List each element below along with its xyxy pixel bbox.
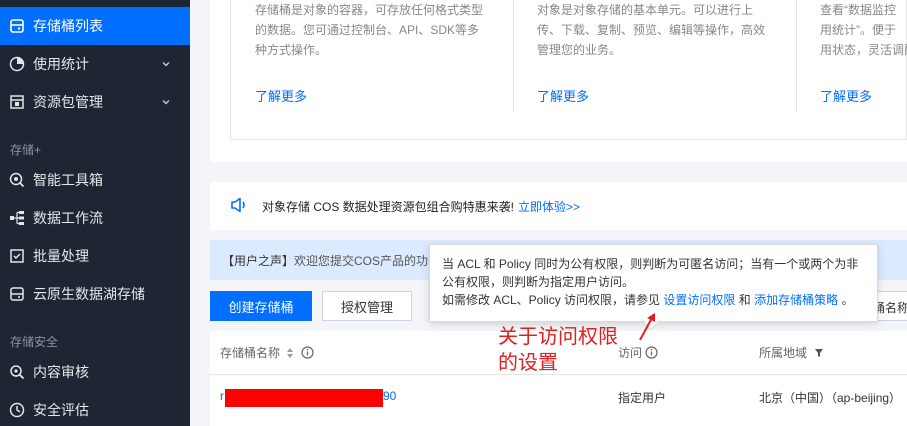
sidebar-section-storage-plus: 存储+ <box>10 143 42 157</box>
filter-icon[interactable] <box>814 348 824 358</box>
set-access-link[interactable]: 设置访问权限 <box>663 293 735 307</box>
sort-icon[interactable] <box>286 347 294 359</box>
datalake-icon <box>9 286 25 302</box>
bucket-list-icon <box>9 18 25 34</box>
sidebar-item-label: 内容审核 <box>33 364 89 380</box>
header-label: 所属地域 <box>759 346 808 360</box>
intro-text: 的数据。您可通过控制台、API、SDK等多 <box>255 23 480 37</box>
intro-card: 存储桶是对象的容器，可存放任何格式类型 的数据。您可通过控制台、API、SDK等… <box>210 0 907 162</box>
annotation-line: 关于访问权限 <box>498 324 618 348</box>
tooltip-text: 和 <box>738 293 751 307</box>
annotation-arrow-icon <box>639 313 655 341</box>
workflow-icon <box>9 210 25 226</box>
sidebar-section-storage-security: 存储安全 <box>10 335 59 349</box>
sidebar-item-label: 云原生数据湖存储 <box>33 286 145 302</box>
chevron-down-icon <box>162 62 170 67</box>
user-voice-text[interactable]: 欢迎您提交COS产品的功 <box>294 252 428 269</box>
intro-text: 存储桶是对象的容器，可存放任何格式类型 <box>255 3 484 17</box>
bucket-name-suffix[interactable]: 90 <box>383 389 396 403</box>
divider <box>796 0 797 112</box>
auth-manage-button[interactable]: 授权管理 <box>322 291 412 321</box>
user-voice-tag: 【用户之声】 <box>222 253 295 268</box>
sidebar-item-label: 数据工作流 <box>33 210 103 226</box>
tooltip-line: 当 ACL 和 Policy 同时为公有权限，则判断为可匿名访问；当有一个或两个… <box>442 257 859 271</box>
intro-text: 管理您的业务。 <box>537 43 622 57</box>
sidebar-item-label: 批量处理 <box>33 248 89 264</box>
audit-icon <box>9 364 25 380</box>
intro-text: 用状态，灵活调配 <box>820 43 907 57</box>
sidebar-item-usage-stats[interactable]: 使用统计 <box>0 45 190 83</box>
batch-icon <box>9 248 25 264</box>
sidebar-item-label: 智能工具箱 <box>33 172 103 188</box>
sidebar-item-package-mgmt[interactable]: 资源包管理 <box>0 83 190 121</box>
region-value: 北京（中国）（ap-beijing） <box>759 391 902 405</box>
header-region: 所属地域 <box>759 344 824 361</box>
sidebar-item-label: 使用统计 <box>33 56 89 72</box>
tooltip-line: 公有权限，则判断为指定用户访问。 <box>442 275 635 289</box>
header-name: 存储桶名称 <box>220 344 314 361</box>
sidebar-item-label: 安全评估 <box>33 402 89 418</box>
intro-text: 查看“数据监控 <box>820 3 896 17</box>
intro-text: 对象是对象存储的基本单元。可以进行上 <box>537 3 754 17</box>
package-icon <box>9 94 25 110</box>
info-icon[interactable] <box>301 346 314 359</box>
header-label: 存储桶名称 <box>220 346 281 360</box>
promo-text: 对象存储 COS 数据处理资源包组合购特惠来袭! <box>262 199 515 214</box>
security-icon <box>9 402 25 418</box>
annotation-line: 的设置 <box>498 350 558 374</box>
access-tooltip: 当 ACL 和 Policy 同时为公有权限，则判断为可匿名访问；当有一个或两个… <box>429 244 878 331</box>
header-access: 访问 <box>618 344 658 361</box>
sidebar-item-toolbox[interactable]: 智能工具箱 <box>0 161 190 199</box>
intro-text: 用统计”。便于 <box>820 23 896 37</box>
header-label: 访问 <box>618 346 643 360</box>
learn-more-link[interactable]: 了解更多 <box>820 86 872 105</box>
toolbox-icon <box>9 172 25 188</box>
pie-chart-icon <box>9 56 25 72</box>
learn-more-link[interactable]: 了解更多 <box>255 86 307 105</box>
sidebar: 存储桶列表 使用统计 资源包管理 存储+ 智能工具箱 数据工作流 批量处理 云原… <box>0 0 190 426</box>
sidebar-item-workflow[interactable]: 数据工作流 <box>0 199 190 237</box>
learn-more-link[interactable]: 了解更多 <box>537 86 589 105</box>
sidebar-item-bucket-list[interactable]: 存储桶列表 <box>0 7 190 45</box>
intro-text: 传、下载、复制、预览、编辑等操作，高效 <box>537 23 766 37</box>
sidebar-item-batch[interactable]: 批量处理 <box>0 237 190 275</box>
tooltip-text: 如需修改 ACL、Policy 访问权限，请参见 <box>442 293 661 307</box>
sidebar-item-content-audit[interactable]: 内容审核 <box>0 353 190 391</box>
promo-link[interactable]: 立即体验>> <box>518 198 580 215</box>
intro-columns: 存储桶是对象的容器，可存放任何格式类型 的数据。您可通过控制台、API、SDK等… <box>230 0 907 140</box>
sidebar-item-label: 存储桶列表 <box>33 18 103 34</box>
access-value: 指定用户 <box>618 391 667 405</box>
speaker-icon <box>230 197 248 216</box>
add-policy-link[interactable]: 添加存储桶策略 <box>754 293 838 307</box>
divider <box>513 0 514 112</box>
chevron-down-icon <box>162 100 170 105</box>
tooltip-text: 。 <box>841 293 854 307</box>
sidebar-item-datalake[interactable]: 云原生数据湖存储 <box>0 275 190 313</box>
redaction-mark <box>225 389 383 407</box>
bucket-name-prefix[interactable]: r <box>220 389 224 403</box>
info-icon[interactable] <box>645 346 658 359</box>
tooltip-line: 如需修改 ACL、Policy 访问权限，请参见 设置访问权限 和 添加存储桶策… <box>442 291 867 309</box>
sidebar-item-label: 资源包管理 <box>33 94 103 110</box>
promo-banner: 对象存储 COS 数据处理资源包组合购特惠来袭! 立即体验>> <box>210 182 907 230</box>
sidebar-item-security-eval[interactable]: 安全评估 <box>0 391 190 426</box>
intro-text: 种方式操作。 <box>255 43 328 57</box>
annotation-text: 关于访问权限 的设置 <box>498 323 618 375</box>
create-bucket-button[interactable]: 创建存储桶 <box>210 291 312 321</box>
